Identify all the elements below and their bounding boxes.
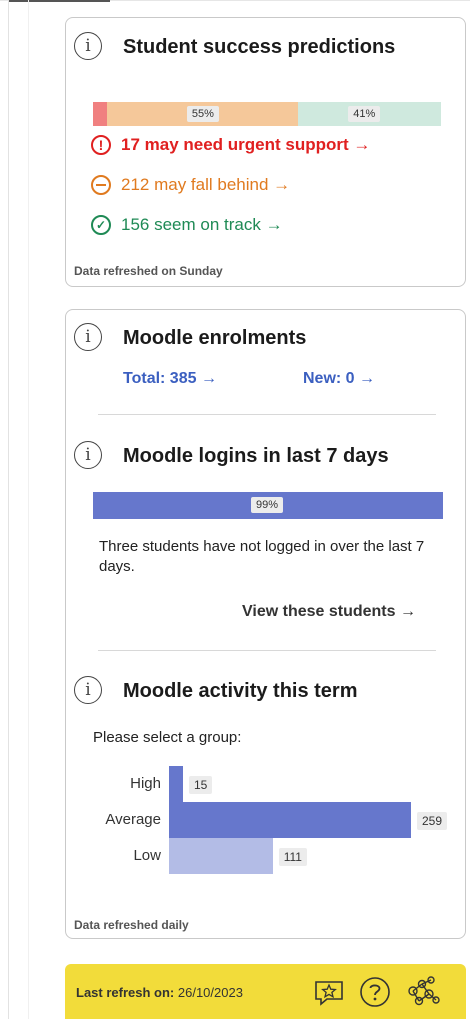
info-icon[interactable]: i	[74, 676, 102, 704]
last-refresh-date: 26/10/2023	[177, 985, 243, 1000]
ontrack-percent-label: 41%	[348, 106, 381, 122]
group-select-prompt: Please select a group:	[93, 729, 242, 746]
logins-note: Three students have not logged in over t…	[99, 538, 425, 575]
urgent-support-link[interactable]: ! 17 may need urgent support →	[91, 135, 370, 155]
on-track-link[interactable]: ✓ 156 seem on track →	[91, 215, 283, 235]
moodle-card: i Moodle enrolments Total: 385 → New: 0 …	[65, 309, 466, 939]
on-track-text: 156 seem on track →	[121, 215, 283, 234]
ontrack-segment[interactable]: 41%	[298, 102, 441, 126]
predictions-title: Student success predictions	[123, 36, 396, 58]
help-icon[interactable]	[359, 976, 391, 1013]
predictions-card: i Student success predictions 55% 41% ! …	[65, 17, 466, 287]
activity-bar-average[interactable]	[169, 802, 411, 838]
section-divider	[98, 650, 436, 651]
behind-segment[interactable]: 55%	[106, 102, 299, 126]
left-rail-inner	[28, 0, 29, 1019]
info-icon[interactable]: i	[74, 32, 102, 60]
logins-percent-label: 99%	[251, 497, 284, 513]
info-icon[interactable]: i	[74, 441, 102, 469]
enrolments-title: Moodle enrolments	[123, 327, 307, 349]
activity-bar-label: Average	[105, 811, 161, 828]
fall-behind-text: 212 may fall behind →	[121, 175, 291, 194]
activity-bar-label: Low	[133, 847, 161, 864]
view-students-link[interactable]: View these students →	[242, 603, 416, 621]
predictions-stacked-bar: 55% 41%	[93, 102, 441, 126]
activity-bar-value: 111	[278, 848, 307, 866]
last-refresh-label: Last refresh on:	[76, 985, 175, 1000]
activity-bar-value: 15	[189, 776, 213, 794]
predictions-refresh-note: Data refreshed on Sunday	[74, 264, 223, 278]
activity-bar-label: High	[130, 775, 161, 792]
activity-refresh-note: Data refreshed daily	[74, 918, 189, 932]
activity-bar-value: 259	[417, 812, 448, 830]
footer-bar: Last refresh on: 26/10/2023	[65, 964, 466, 1019]
active-tab-indicator	[8, 0, 110, 2]
logins-title: Moodle logins in last 7 days	[123, 445, 389, 467]
behind-percent-label: 55%	[186, 106, 219, 122]
total-enrolments-link[interactable]: Total: 385 →	[123, 370, 217, 388]
logins-progress-bar: 99%	[93, 492, 444, 519]
info-icon[interactable]: i	[74, 323, 102, 351]
urgent-support-text: 17 may need urgent support →	[121, 135, 371, 154]
feedback-star-icon[interactable]	[313, 979, 345, 1012]
left-rail	[8, 0, 9, 1019]
activity-bar-high[interactable]	[169, 766, 183, 802]
network-icon[interactable]	[403, 972, 441, 1015]
new-enrolments-link[interactable]: New: 0 →	[303, 370, 375, 388]
fall-behind-link[interactable]: 212 may fall behind →	[91, 175, 290, 195]
activity-title: Moodle activity this term	[123, 680, 358, 702]
activity-bar-low[interactable]	[169, 838, 273, 874]
minus-circle-icon	[91, 175, 111, 195]
exclamation-circle-icon: !	[91, 135, 111, 155]
check-circle-icon: ✓	[91, 215, 111, 235]
urgent-segment[interactable]	[93, 102, 107, 126]
last-refresh: Last refresh on: 26/10/2023	[76, 985, 243, 1000]
section-divider	[98, 414, 436, 415]
